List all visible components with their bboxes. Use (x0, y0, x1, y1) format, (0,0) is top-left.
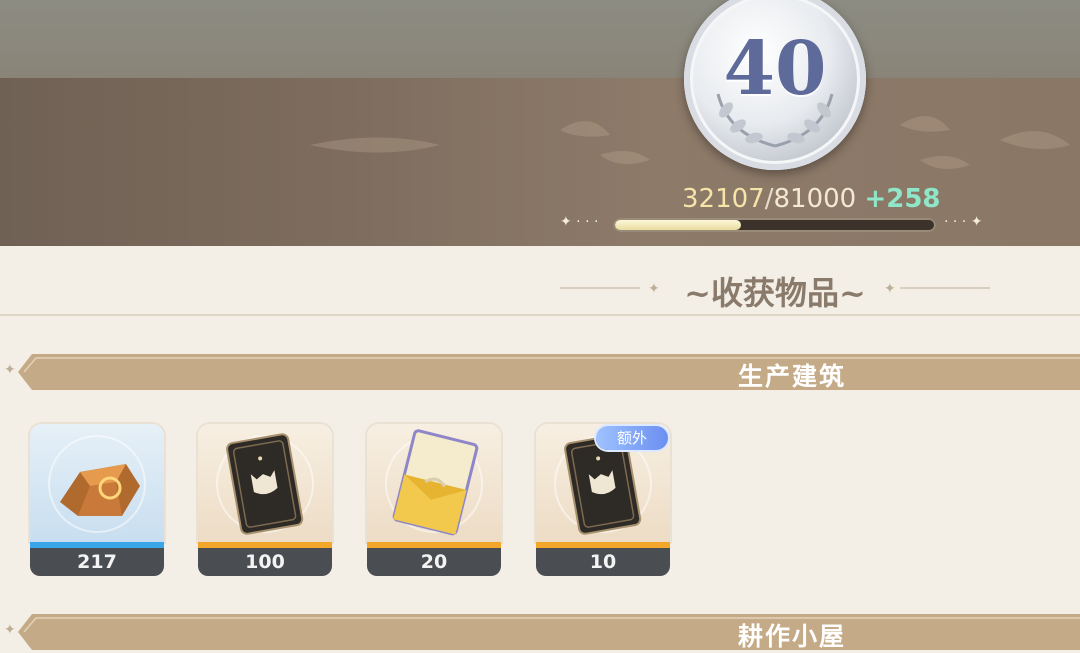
laurel-icon (716, 93, 834, 148)
exp-bar-left-ornament: ✦ · · · (560, 214, 599, 230)
item-quantity: 10 (536, 548, 670, 576)
item-quantity: 20 (367, 548, 501, 576)
level-medal: 40 (684, 0, 866, 170)
item-quantity: 100 (198, 548, 332, 576)
item-card (30, 424, 164, 542)
top-background (0, 0, 1080, 80)
category-label: 耕作小屋 (737, 622, 846, 651)
reward-item[interactable]: 额外 10 (536, 424, 670, 576)
title-divider (0, 314, 1080, 316)
category-label: 生产建筑 (737, 362, 846, 391)
sparkle-icon: ✦ (4, 362, 16, 378)
experience-readout: 32107/81000 +258 (682, 184, 941, 214)
exp-max: 81000 (773, 184, 857, 214)
reward-item[interactable]: 100 (198, 424, 332, 576)
harvest-title: ~收获物品~ (684, 274, 866, 312)
reward-item[interactable]: 20 (367, 424, 501, 576)
experience-bar-fill (615, 220, 741, 230)
category-bar-farm-hut: 耕作小屋 (18, 614, 1080, 651)
item-card (198, 424, 332, 542)
gold-envelope-icon (385, 429, 483, 536)
dark-card-icon (216, 433, 314, 535)
sparkle-icon: ✦ (4, 622, 16, 638)
exp-current: 32107 (682, 184, 765, 214)
reward-item[interactable]: 217 (30, 424, 164, 576)
exp-bar-right-ornament: · · · ✦ (944, 214, 983, 230)
extra-badge: 额外 (596, 426, 668, 450)
experience-bar (613, 218, 936, 232)
item-card (367, 424, 501, 542)
exp-gain: +258 (864, 184, 941, 214)
item-quantity: 217 (30, 548, 164, 576)
amber-crystal-icon (48, 435, 146, 533)
category-bar-production: 生产建筑 (18, 354, 1080, 391)
